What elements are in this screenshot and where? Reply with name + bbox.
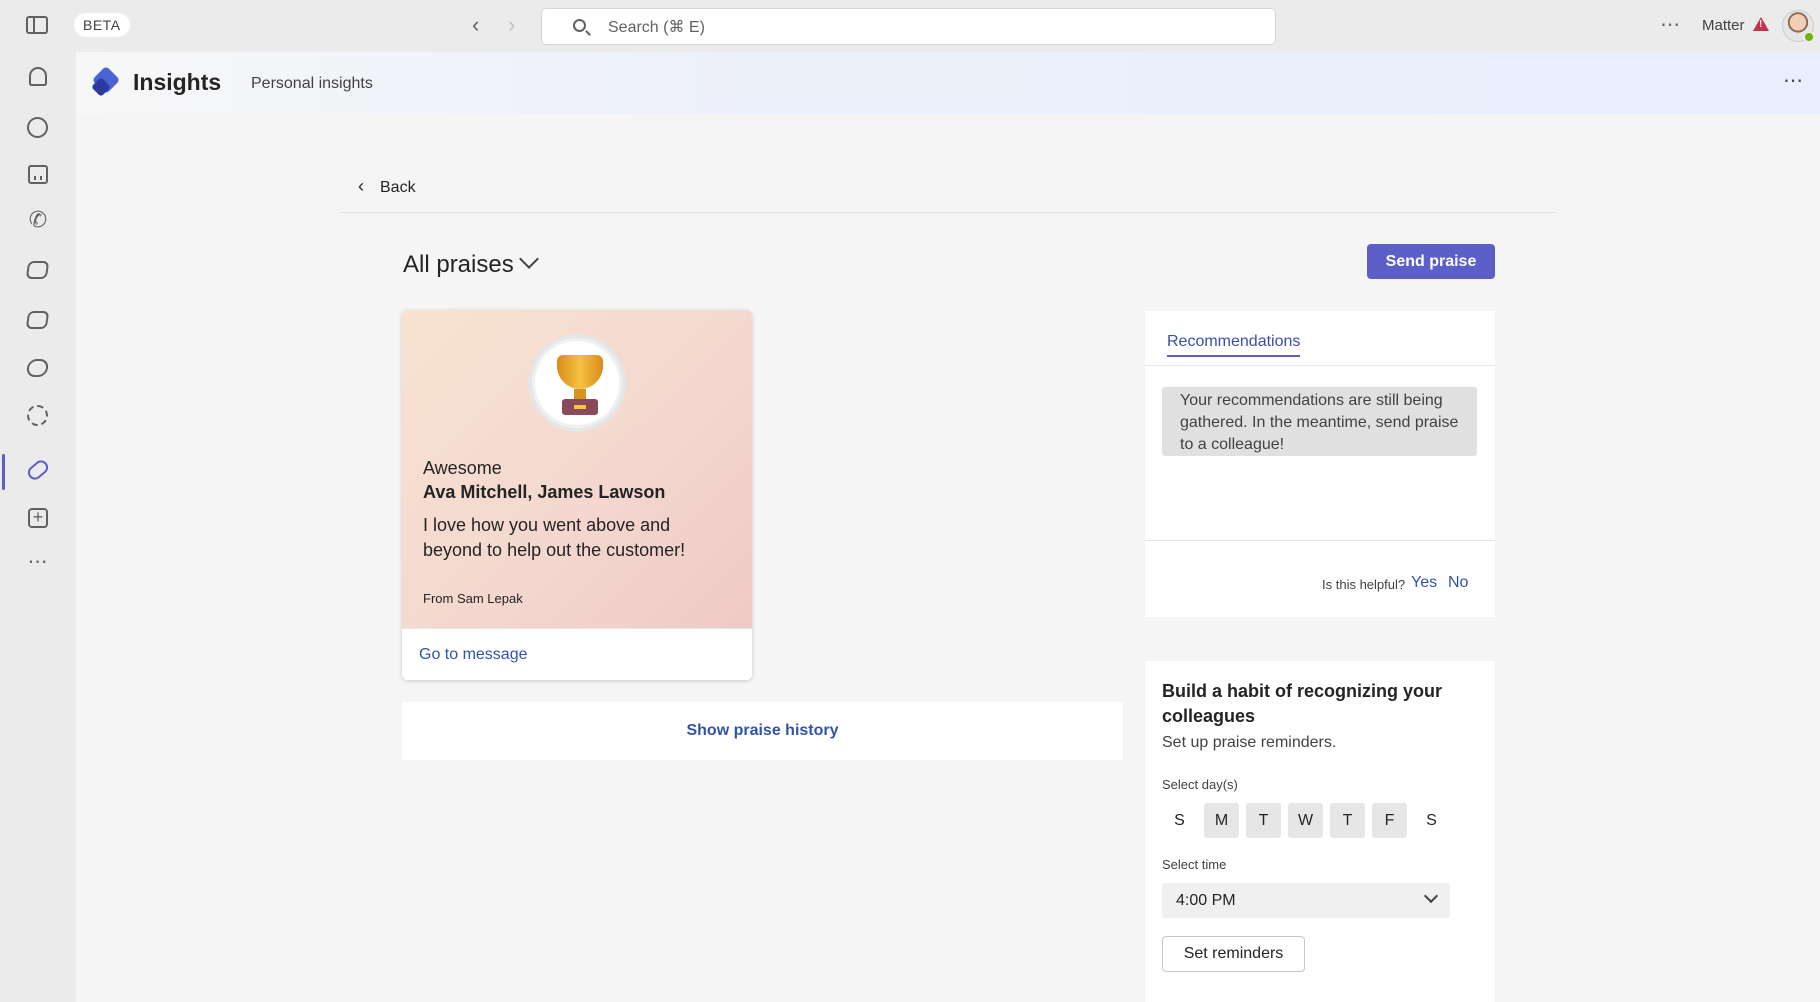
- copilot-icon: [25, 356, 50, 380]
- set-reminders-button[interactable]: Set reminders: [1162, 936, 1305, 972]
- chevron-left-icon: ‹: [358, 176, 364, 196]
- day-toggle-thursday[interactable]: T: [1330, 803, 1365, 838]
- praise-type: Awesome: [423, 458, 502, 478]
- rail-copilot[interactable]: [0, 346, 76, 390]
- search-placeholder: Search (⌘ E): [608, 19, 705, 36]
- rail-activity[interactable]: [0, 56, 76, 100]
- title-bar: BETA ‹ › Search (⌘ E) ⋯ Matter !: [0, 0, 1820, 52]
- box-icon: [25, 308, 50, 332]
- tab-personal-insights[interactable]: Personal insights: [251, 75, 373, 93]
- calendar-icon: [26, 162, 50, 186]
- search-icon: [573, 19, 586, 32]
- helpful-question: Is this helpful?: [1322, 577, 1406, 592]
- bell-icon: [26, 66, 50, 90]
- select-days-label: Select day(s): [1162, 777, 1238, 792]
- rail-insights[interactable]: [0, 448, 76, 492]
- gear-icon: [26, 404, 50, 428]
- day-toggle-wednesday[interactable]: W: [1288, 803, 1323, 838]
- praise-card-body: Awesome Ava Mitchell, James Lawson I lov…: [402, 310, 752, 628]
- rail-calls[interactable]: ✆: [0, 198, 76, 242]
- reminders-subtitle: Set up praise reminders.: [1162, 734, 1337, 751]
- app-rail: ✆ + ⋯: [0, 52, 76, 1002]
- phone-icon: ✆: [28, 207, 48, 232]
- app-more-icon[interactable]: ⋯: [1783, 68, 1804, 93]
- divider: [1145, 540, 1495, 541]
- rail-app-1[interactable]: [0, 248, 76, 292]
- select-time-label: Select time: [1162, 857, 1227, 872]
- helpful-no-button[interactable]: No: [1448, 574, 1468, 592]
- presence-available-icon: [1803, 31, 1815, 43]
- rail-apps[interactable]: [0, 394, 76, 438]
- app-header: Insights Personal insights ⋯: [76, 52, 1820, 114]
- chevron-down-icon[interactable]: [519, 249, 539, 269]
- praise-filter-dropdown[interactable]: All praises: [403, 251, 514, 279]
- praise-card-footer: Go to message: [402, 628, 752, 680]
- insights-logo-icon: [92, 68, 120, 96]
- recommendations-panel: Recommendations Your recommendations are…: [1145, 311, 1495, 617]
- sidebar-toggle-icon[interactable]: [26, 16, 48, 34]
- divider: [340, 212, 1556, 213]
- back-label: Back: [380, 179, 416, 196]
- rail-chat[interactable]: [0, 106, 76, 150]
- day-toggle-tuesday[interactable]: T: [1246, 803, 1281, 838]
- box-icon: [25, 258, 50, 282]
- praise-sender: From Sam Lepak: [423, 591, 523, 606]
- day-toggle-friday[interactable]: F: [1372, 803, 1407, 838]
- history-back-icon[interactable]: ‹: [472, 14, 479, 36]
- recommendations-message: Your recommendations are still being gat…: [1162, 387, 1477, 456]
- rail-calendar[interactable]: [0, 152, 76, 196]
- beta-badge: BETA: [74, 13, 130, 37]
- praise-card: Awesome Ava Mitchell, James Lawson I lov…: [402, 310, 752, 680]
- praise-message: I love how you went above and beyond to …: [423, 515, 686, 560]
- praise-history-bar: Show praise history: [402, 702, 1123, 760]
- send-praise-button[interactable]: Send praise: [1367, 244, 1495, 279]
- search-input[interactable]: Search (⌘ E): [541, 8, 1276, 45]
- back-button[interactable]: ‹ Back: [358, 176, 416, 197]
- go-to-message-link[interactable]: Go to message: [419, 646, 528, 664]
- rail-more-apps[interactable]: ⋯: [0, 542, 76, 586]
- praise-recipients: Ava Mitchell, James Lawson: [423, 482, 666, 502]
- rail-app-2[interactable]: [0, 298, 76, 342]
- show-praise-history-link[interactable]: Show praise history: [402, 702, 1123, 760]
- tab-recommendations[interactable]: Recommendations: [1167, 333, 1301, 357]
- time-value: 4:00 PM: [1176, 892, 1236, 909]
- chevron-down-icon: [1423, 888, 1439, 904]
- helpful-yes-button[interactable]: Yes: [1411, 574, 1437, 592]
- day-toggle-sunday[interactable]: S: [1162, 803, 1197, 838]
- rail-add-app[interactable]: +: [0, 496, 76, 540]
- divider: [1145, 365, 1495, 366]
- trophy-icon: [532, 338, 622, 428]
- tenant-name[interactable]: Matter: [1702, 17, 1745, 34]
- reminders-title: Build a habit of recognizing your collea…: [1162, 681, 1443, 726]
- day-toggle-monday[interactable]: M: [1204, 803, 1239, 838]
- plus-icon: +: [26, 506, 50, 530]
- day-toggle-saturday[interactable]: S: [1414, 803, 1449, 838]
- insights-icon: [25, 457, 51, 483]
- time-select[interactable]: 4:00 PM: [1162, 883, 1450, 918]
- reminders-panel: Build a habit of recognizing your collea…: [1145, 661, 1495, 1002]
- avatar[interactable]: [1782, 10, 1815, 43]
- active-indicator: [2, 454, 5, 490]
- more-icon: ⋯: [27, 551, 49, 573]
- main-content: Insights Personal insights ⋯ ‹ Back All p…: [76, 52, 1820, 1002]
- chat-icon: [26, 116, 50, 140]
- warning-icon[interactable]: !: [1753, 17, 1769, 31]
- more-options-icon[interactable]: ⋯: [1660, 12, 1681, 37]
- app-title: Insights: [133, 69, 222, 95]
- history-forward-icon[interactable]: ›: [508, 14, 515, 36]
